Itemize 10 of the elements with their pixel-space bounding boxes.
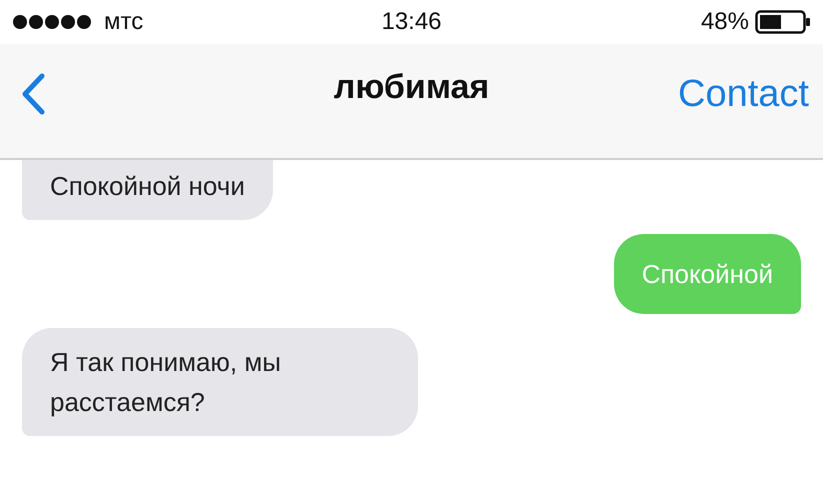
- back-icon[interactable]: [20, 73, 46, 115]
- battery-icon: [755, 10, 811, 34]
- carrier-name: мтс: [104, 8, 144, 36]
- signal-icon: [12, 14, 94, 30]
- battery-percent: 48%: [700, 8, 749, 36]
- received-message-bubble: Я так понимаю, мы расстаемся?: [22, 328, 418, 436]
- contact-name: любимая: [334, 68, 490, 107]
- contact-button[interactable]: Contact: [678, 72, 809, 116]
- sent-message-bubble: Спокойной: [614, 234, 801, 314]
- clock-time: 13:46: [381, 8, 442, 36]
